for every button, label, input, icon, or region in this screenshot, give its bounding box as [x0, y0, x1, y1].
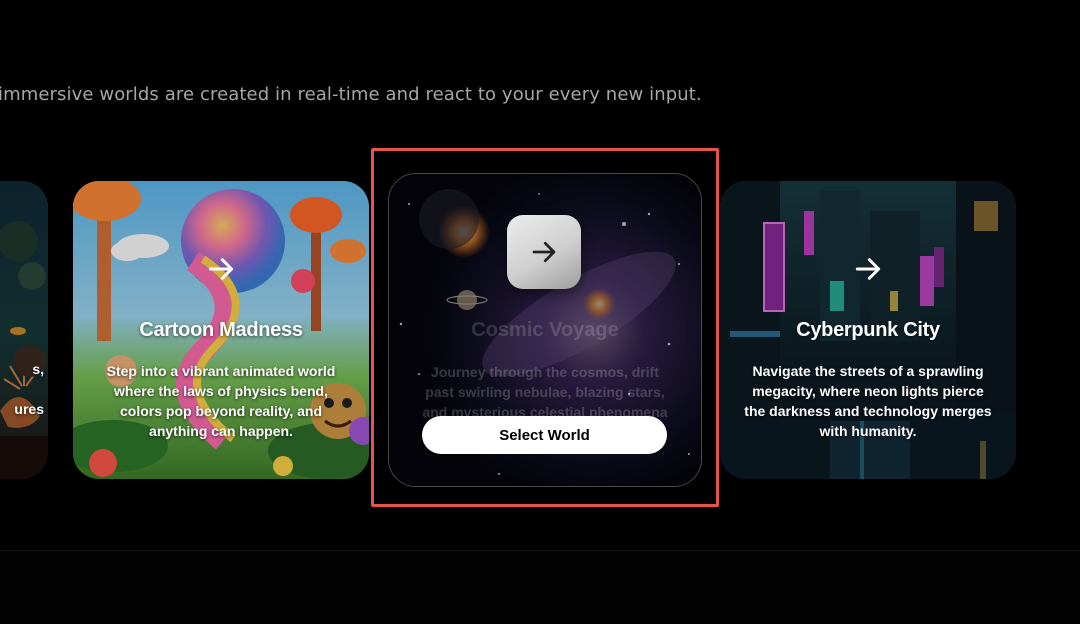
- card-description: Journey through the cosmos, drift past s…: [422, 364, 668, 420]
- card-title: Cartoon Madness: [139, 319, 303, 341]
- world-card-partial-text-2: ures: [14, 401, 44, 417]
- world-card-cosmic-voyage[interactable]: Cosmic Voyage Journey through the cosmos…: [388, 173, 702, 487]
- arrow-right-icon: [855, 258, 881, 280]
- world-card-partial[interactable]: s, ures: [0, 181, 48, 479]
- world-card-cyberpunk-city[interactable]: Cyberpunk City Navigate the streets of a…: [720, 181, 1016, 479]
- arrow-right-icon: [208, 258, 234, 280]
- world-card-partial-text-1: s,: [32, 361, 44, 377]
- card-description: Step into a vibrant animated world where…: [106, 363, 336, 439]
- page-subtitle: immersive worlds are created in real-tim…: [0, 84, 702, 105]
- card-title: Cyberpunk City: [796, 319, 940, 341]
- select-world-button[interactable]: Select World: [422, 416, 667, 454]
- bottom-band: [0, 550, 1080, 624]
- arrow-right-icon: [532, 241, 556, 263]
- cosmic-arrow-tile: [507, 215, 581, 289]
- card-description: Navigate the streets of a sprawling mega…: [744, 363, 992, 439]
- world-card-cartoon-madness[interactable]: Cartoon Madness Step into a vibrant anim…: [73, 181, 369, 479]
- card-title: Cosmic Voyage: [471, 319, 619, 341]
